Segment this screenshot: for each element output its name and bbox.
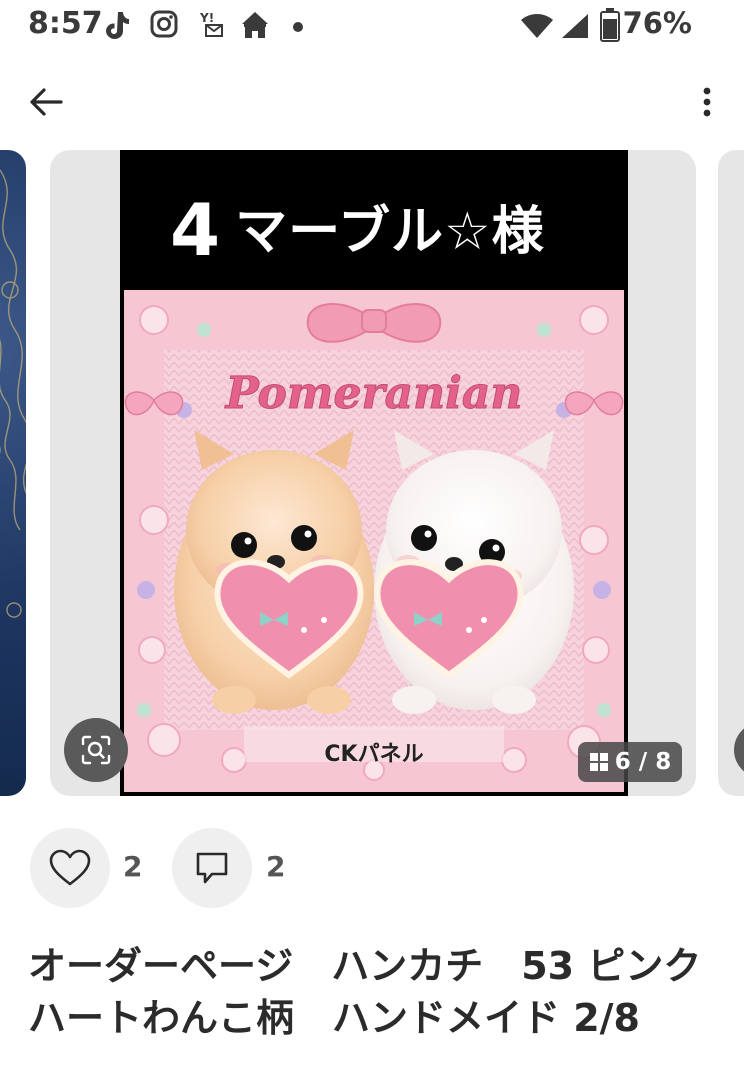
- next-image-button[interactable]: [734, 722, 744, 778]
- dot-icon: [292, 18, 304, 37]
- pomeranian-illustration: Pomeranian CKパネル: [124, 290, 624, 792]
- like-count: 2: [123, 850, 143, 883]
- comment-icon: [196, 852, 228, 884]
- image-counter-text: 6 / 8: [614, 749, 672, 775]
- image-counter-badge[interactable]: 6 / 8: [578, 742, 682, 782]
- listing-title: オーダーページ ハンカチ 53 ピンクハートわんこ柄 ハンドメイド 2/8: [28, 944, 702, 1040]
- photo-header-text: マーブル☆様: [235, 202, 545, 262]
- art-title: Pomeranian: [224, 368, 523, 419]
- arrow-left-icon: [30, 88, 63, 116]
- visual-search-button[interactable]: [64, 718, 128, 782]
- lens-search-icon: [81, 735, 111, 765]
- circus-tent-icon: [240, 10, 270, 44]
- listing-photo: 4 マーブル☆様 Pomeranian CKパネル: [120, 150, 628, 796]
- photo-header-banner: 4 マーブル☆様: [120, 150, 628, 286]
- status-bar: 8:57 Y! 76%: [0, 0, 744, 52]
- more-options-button[interactable]: [692, 80, 722, 124]
- battery-icon: [600, 8, 620, 46]
- comment-button[interactable]: [172, 828, 252, 908]
- current-image-card[interactable]: 4 マーブル☆様 Pomeranian CKパネル: [50, 150, 696, 796]
- yahoo-mail-icon: Y!: [198, 10, 226, 44]
- grid-icon: [589, 753, 608, 771]
- comment-count: 2: [266, 850, 286, 883]
- status-time: 8:57: [28, 6, 103, 41]
- like-button[interactable]: [30, 828, 110, 908]
- back-button[interactable]: [24, 80, 68, 124]
- instagram-icon: [150, 10, 178, 42]
- tiktok-icon: [104, 10, 130, 44]
- image-carousel[interactable]: 4 マーブル☆様 Pomeranian CKパネル: [0, 150, 744, 798]
- next-image-card[interactable]: [718, 150, 744, 796]
- svg-text:Y!: Y!: [199, 11, 214, 25]
- previous-image-card[interactable]: [0, 150, 26, 796]
- heart-icon: [49, 849, 91, 886]
- battery-percent: 76%: [622, 6, 692, 40]
- photo-header-number: 4: [170, 188, 222, 272]
- image-caption: CKパネル: [324, 742, 424, 767]
- more-vertical-icon: [703, 87, 711, 117]
- signal-icon: [560, 12, 590, 44]
- wifi-icon: [520, 12, 554, 44]
